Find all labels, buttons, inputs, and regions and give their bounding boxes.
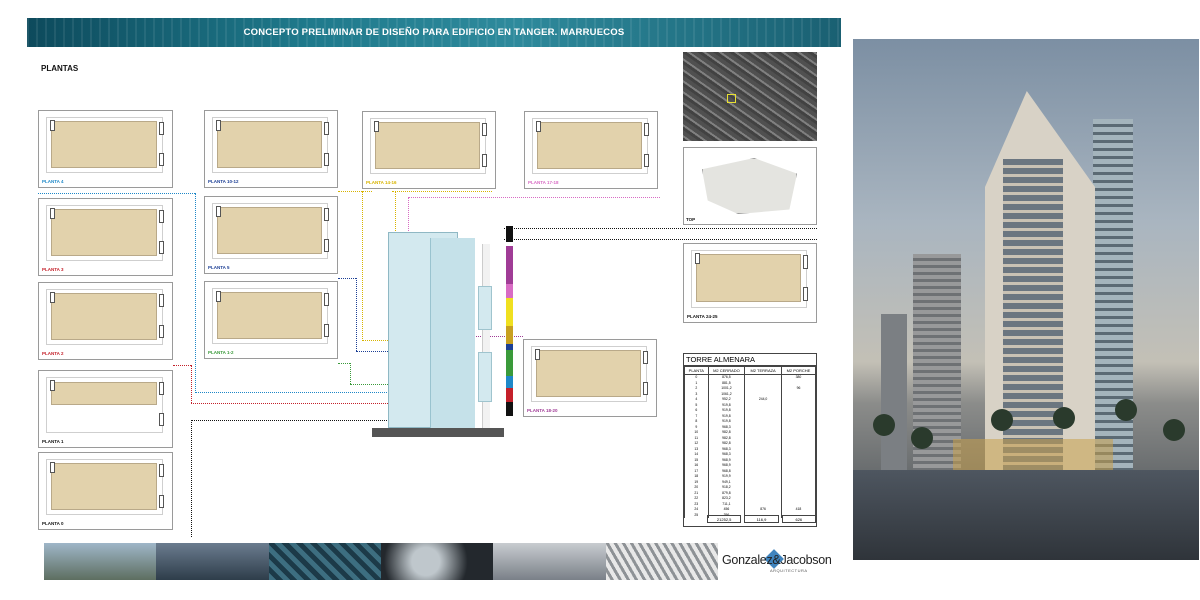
banner-title: CONCEPTO PRELIMINAR DE DISEÑO PARA EDIFI…: [243, 27, 625, 38]
plan-label: PLANTA 1-2: [208, 350, 234, 355]
connector-line: [338, 191, 372, 192]
building-elevation: [372, 224, 504, 437]
reference-photo: [380, 543, 494, 580]
color-segment: [506, 376, 513, 388]
section-title: PLANTAS: [41, 64, 79, 73]
logo-name: Gonzalez&Jacobson: [722, 553, 832, 567]
connector-line: [191, 365, 192, 403]
table-header: M2 PORCHE: [780, 366, 817, 375]
connector-line: [195, 392, 395, 393]
floor-plan[interactable]: PLANTA 1-2: [204, 281, 338, 359]
floor-plan[interactable]: PLANTA 5: [204, 196, 338, 274]
plan-label: PLANTA 4: [42, 179, 64, 184]
aerial-map-image: [683, 52, 817, 141]
color-segment: [506, 246, 513, 284]
connector-line: [38, 193, 195, 194]
total-cerrado: 21252,5: [707, 515, 742, 523]
connector-line: [392, 191, 492, 192]
color-segment: [506, 388, 513, 402]
color-segment: [506, 402, 513, 416]
table-header: PLANTA: [684, 366, 709, 375]
reference-photo: [605, 543, 718, 580]
plan-label: PLANTA 2: [42, 351, 64, 356]
connector-line: [350, 363, 351, 384]
total-porche: 626: [781, 515, 816, 523]
connector-line: [504, 239, 817, 240]
connector-line: [504, 228, 817, 229]
color-legend-bar: [506, 226, 513, 416]
roof-top-view: TOP: [683, 147, 817, 225]
color-segment: [506, 350, 513, 376]
color-segment: [506, 326, 513, 344]
company-logo: Gonzalez&Jacobson ARQUITECTURA: [722, 549, 832, 574]
top-view-label: TOP: [686, 217, 696, 222]
connector-line: [191, 420, 395, 421]
connector-line: [408, 197, 660, 198]
plan-label: PLANTA 3: [42, 267, 64, 272]
floor-plan[interactable]: PLANTA 10-12: [204, 110, 338, 188]
connector-line: [191, 403, 396, 404]
table-header: M2 TERRAZA: [744, 366, 782, 375]
color-segment: [506, 298, 513, 326]
area-table: TORRE ALMENARA PLANTA M2 CERRADO M2 TERR…: [683, 353, 817, 527]
plan-label: PLANTA 17-18: [528, 180, 559, 185]
connector-line: [338, 363, 350, 364]
site-marker: [727, 94, 736, 103]
header-banner: CONCEPTO PRELIMINAR DE DISEÑO PARA EDIFI…: [27, 18, 841, 47]
floor-plan[interactable]: PLANTA 1: [38, 370, 173, 448]
table-totals: 21252,5 116,9 626: [704, 515, 816, 523]
floor-plan[interactable]: PLANTA 3: [38, 198, 173, 276]
floor-plan[interactable]: PLANTA 4: [38, 110, 173, 188]
connector-line: [195, 193, 196, 393]
plan-label: PLANTA 0: [42, 521, 64, 526]
plan-label: PLANTA 14-16: [366, 180, 397, 185]
reference-photo: [268, 543, 381, 580]
floor-plan[interactable]: PLANTA 24-25: [683, 243, 817, 323]
floor-plan[interactable]: PLANTA 17-18: [524, 111, 658, 189]
logo-subtitle: ARQUITECTURA: [770, 568, 808, 573]
color-segment: [506, 226, 513, 242]
floor-plan[interactable]: PLANTA 2: [38, 282, 173, 360]
reference-photo: [44, 543, 157, 580]
connector-line: [362, 191, 363, 341]
connector-line: [191, 420, 192, 537]
floor-plan[interactable]: PLANTA 18-20: [523, 339, 657, 417]
tower-rendering-image: [853, 39, 1199, 560]
connector-line: [173, 365, 191, 366]
floor-plan[interactable]: PLANTA 0: [38, 452, 173, 530]
plan-label: PLANTA 5: [208, 265, 230, 270]
color-segment: [506, 284, 513, 298]
table-title: TORRE ALMENARA: [684, 354, 816, 366]
reference-photo: [493, 543, 606, 580]
floor-plan[interactable]: PLANTA 14-16: [362, 111, 496, 189]
reference-photo: [156, 543, 269, 580]
total-terraza: 116,9: [744, 515, 779, 523]
plan-label: PLANTA 18-20: [527, 408, 558, 413]
table-header: M2 CERRADO: [707, 366, 746, 375]
plan-label: PLANTA 24-25: [687, 314, 718, 319]
plan-label: PLANTA 10-12: [208, 179, 239, 184]
plan-label: PLANTA 1: [42, 439, 64, 444]
reference-photo-strip: [44, 543, 718, 580]
connector-line: [338, 278, 356, 279]
connector-line: [356, 278, 357, 351]
